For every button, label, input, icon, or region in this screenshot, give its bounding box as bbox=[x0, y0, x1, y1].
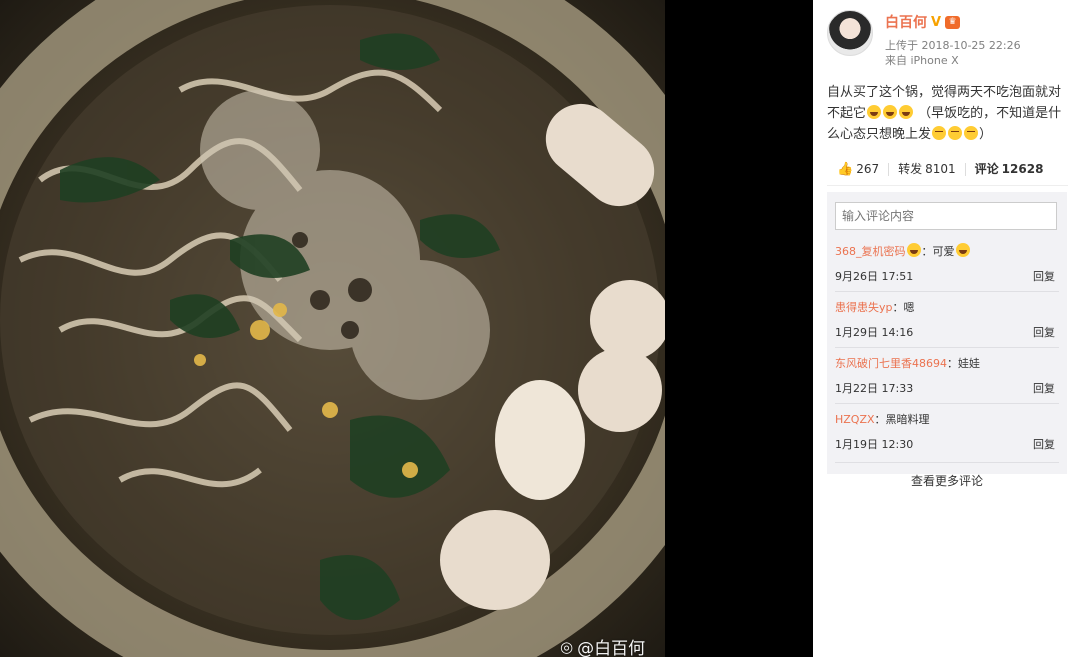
author-info: 白百何 V ♛ 上传于 2018-10-25 22:26 来自 iPhone X bbox=[885, 10, 1021, 68]
comment-user[interactable]: 患得患失yp bbox=[835, 301, 893, 314]
comment-body: 368_复机密码 ：可爱 bbox=[835, 243, 1059, 259]
comment-user[interactable]: 368_复机密码 bbox=[835, 245, 906, 258]
comment-label: 评论 bbox=[974, 162, 999, 176]
post-stats: 👍 267 转发 8101 评论 12628 bbox=[827, 163, 1068, 186]
comment-list: 368_复机密码 ：可爱 9月26日 17:51 回复 患得患失yp：嗯 1月29… bbox=[835, 243, 1059, 459]
comment-body: 患得患失yp：嗯 bbox=[835, 301, 915, 314]
comment-input[interactable] bbox=[835, 202, 1057, 230]
member-emoji-icon bbox=[906, 243, 921, 257]
reply-link[interactable]: 回复 bbox=[1033, 324, 1059, 340]
comment-item: 患得患失yp：嗯 1月29日 14:16 回复 bbox=[835, 301, 1059, 348]
reply-link[interactable]: 回复 bbox=[1033, 380, 1059, 396]
post-detail-panel: 白百何 V ♛ 上传于 2018-10-25 22:26 来自 iPhone X… bbox=[813, 0, 1080, 657]
comment-text: 嗯 bbox=[903, 301, 915, 314]
post-source: 来自 iPhone X bbox=[885, 54, 959, 67]
sleepy-emoji-icon bbox=[948, 126, 963, 140]
comment-time: 1月29日 14:16 bbox=[835, 326, 914, 339]
comment-item: 东风破门七里香48694：娃娃 1月22日 17:33 回复 bbox=[835, 357, 1059, 404]
comment-footer: 1月19日 12:30 回复 bbox=[835, 436, 1059, 452]
comment-tab[interactable]: 评论 12628 bbox=[964, 162, 1053, 176]
photo-viewer: ◎ @白百何 bbox=[0, 0, 813, 657]
comment-text: 黑暗料理 bbox=[885, 413, 930, 426]
comment-footer: 1月22日 17:33 回复 bbox=[835, 380, 1059, 396]
comment-count: 12628 bbox=[1001, 162, 1044, 176]
comment-time: 1月22日 17:33 bbox=[835, 382, 914, 395]
comment-footer: 9月26日 17:51 回复 bbox=[835, 268, 1059, 284]
author-header: 白百何 V ♛ 上传于 2018-10-25 22:26 来自 iPhone X bbox=[827, 10, 1068, 68]
repost-label: 转发 bbox=[898, 162, 923, 176]
watermark-text: @白百何 bbox=[577, 639, 646, 657]
like-count: 267 bbox=[856, 162, 880, 176]
cute-emoji-icon bbox=[955, 243, 970, 257]
comment-text: 娃娃 bbox=[958, 357, 980, 370]
avatar[interactable] bbox=[827, 10, 873, 56]
comment-item: 368_复机密码 ：可爱 9月26日 17:51 回复 bbox=[835, 243, 1059, 292]
comment-body: 东风破门七里香48694：娃娃 bbox=[835, 357, 980, 370]
comments-section: 368_复机密码：可爱 9月26日 17:51 回复 患得患失yp：嗯 1月29… bbox=[827, 192, 1067, 488]
comment-time: 9月26日 17:51 bbox=[835, 270, 914, 283]
repost-count: 8101 bbox=[925, 162, 956, 176]
hotpot-illustration bbox=[0, 0, 665, 657]
photo-watermark: ◎ @白百何 bbox=[560, 634, 645, 657]
laugh-emoji-icon bbox=[899, 105, 914, 119]
like-button[interactable]: 👍 267 bbox=[827, 162, 888, 177]
comment-user[interactable]: 东风破门七里香48694 bbox=[835, 357, 947, 370]
author-name-row: 白百何 V ♛ bbox=[885, 12, 1021, 32]
thumbs-up-icon: 👍 bbox=[837, 162, 854, 177]
comment-text: 可爱 bbox=[932, 245, 955, 258]
sleepy-emoji-icon bbox=[932, 126, 947, 140]
sleepy-emoji-icon bbox=[964, 126, 979, 140]
comment-user[interactable]: HZQZX bbox=[835, 413, 875, 426]
post-text: 自从买了这个锅，觉得两天不吃泡面就对不起它 （早饭吃的，不知道是什么心态只想晚上… bbox=[827, 82, 1068, 145]
post-meta: 上传于 2018-10-25 22:26 来自 iPhone X bbox=[885, 38, 1021, 68]
laugh-emoji-icon bbox=[867, 105, 882, 119]
comment-item: HZQZX：黑暗料理 1月19日 12:30 回复 bbox=[835, 413, 1059, 459]
post-text-part3: ） bbox=[979, 127, 993, 142]
reply-link[interactable]: 回复 bbox=[1033, 268, 1059, 284]
more-comments-link[interactable]: 查看更多评论 bbox=[835, 462, 1059, 489]
post-photo[interactable] bbox=[0, 0, 665, 657]
comment-body: HZQZX：黑暗料理 bbox=[835, 413, 930, 426]
comment-time: 1月19日 12:30 bbox=[835, 438, 914, 451]
laugh-emoji-icon bbox=[883, 105, 898, 119]
reply-link[interactable]: 回复 bbox=[1033, 436, 1059, 452]
verified-icon[interactable]: V bbox=[931, 15, 941, 30]
upload-time: 上传于 2018-10-25 22:26 bbox=[885, 39, 1021, 52]
member-crown-icon[interactable]: ♛ bbox=[945, 15, 961, 29]
weibo-logo-icon: ◎ bbox=[560, 637, 574, 656]
repost-button[interactable]: 转发 8101 bbox=[888, 163, 965, 176]
comment-footer: 1月29日 14:16 回复 bbox=[835, 324, 1059, 340]
author-name[interactable]: 白百何 bbox=[885, 12, 927, 32]
